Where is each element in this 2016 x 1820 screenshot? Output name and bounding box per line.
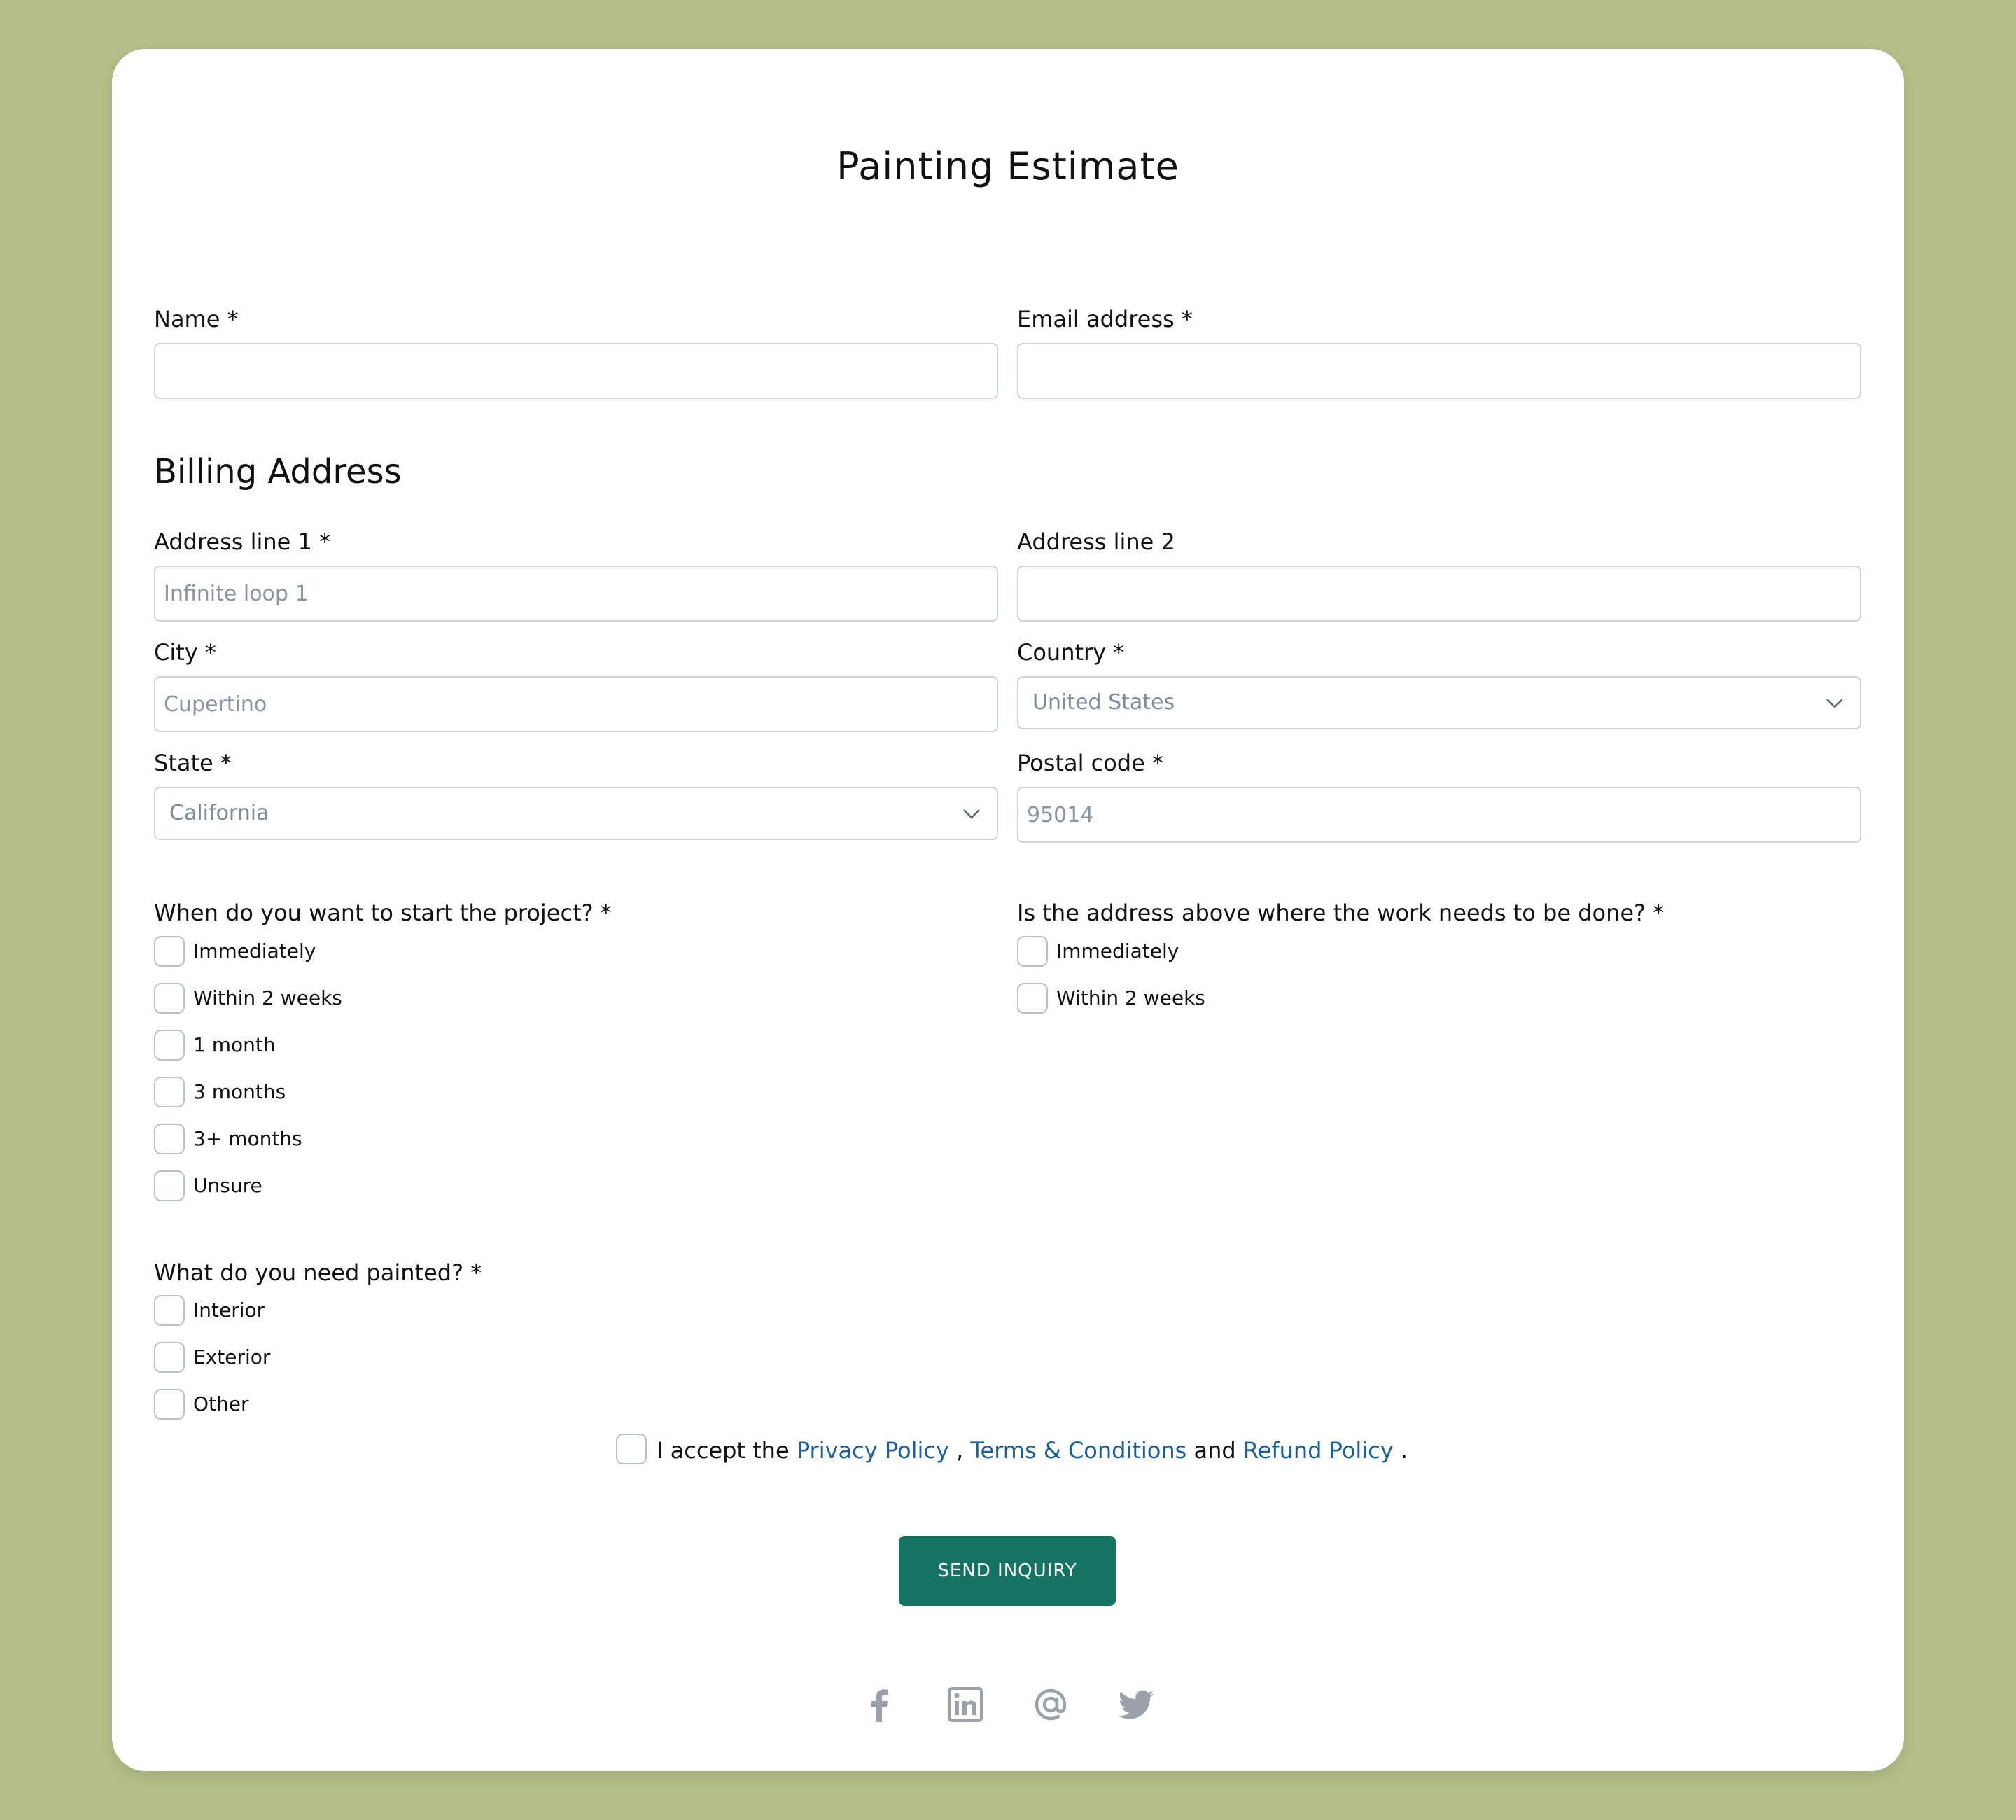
- address1-label: Address line 1 *: [154, 528, 331, 555]
- form-card: Painting Estimate Name * Email address *…: [112, 49, 1904, 1771]
- checkbox[interactable]: [154, 1295, 185, 1326]
- send-inquiry-button[interactable]: SEND INQUIRY: [899, 1536, 1116, 1606]
- address-question: Is the address above where the work need…: [1017, 899, 1665, 926]
- paint-option-label: Interior: [193, 1298, 265, 1322]
- paint-option-label: Other: [193, 1392, 249, 1415]
- linkedin-icon[interactable]: [941, 1680, 990, 1729]
- email-at-icon[interactable]: [1026, 1680, 1075, 1729]
- refund-policy-link[interactable]: Refund Policy: [1243, 1437, 1394, 1464]
- checkbox[interactable]: [154, 936, 185, 967]
- consent-text: I accept the Privacy Policy , Terms & Co…: [657, 1435, 1408, 1466]
- name-label: Name *: [154, 306, 239, 332]
- address-option-label: Within 2 weeks: [1056, 986, 1205, 1009]
- start-option-label: Immediately: [193, 939, 316, 962]
- terms-link[interactable]: Terms & Conditions: [970, 1437, 1186, 1464]
- city-input[interactable]: [154, 676, 998, 732]
- checkbox[interactable]: [1017, 936, 1048, 967]
- paint-option-label: Exterior: [193, 1345, 271, 1368]
- consent-and: and: [1194, 1437, 1236, 1464]
- address1-input[interactable]: [154, 566, 998, 622]
- email-label: Email address *: [1017, 306, 1193, 332]
- facebook-icon-svg: [872, 1689, 888, 1722]
- start-option-label: 1 month: [193, 1033, 276, 1056]
- country-label: Country *: [1017, 639, 1125, 666]
- consent-checkbox[interactable]: [616, 1434, 647, 1464]
- page-title: Painting Estimate: [836, 144, 1180, 188]
- paint-question: What do you need painted? *: [154, 1259, 482, 1286]
- city-label: City *: [154, 639, 216, 666]
- name-input[interactable]: [154, 343, 998, 399]
- consent-comma: ,: [956, 1437, 964, 1464]
- consent-prefix: I accept the: [657, 1437, 790, 1464]
- start-option-label: 3+ months: [193, 1127, 302, 1150]
- billing-title: Billing Address: [154, 452, 402, 491]
- checkbox[interactable]: [154, 1170, 185, 1201]
- chevron-down-icon: [963, 809, 980, 819]
- email-input[interactable]: [1017, 343, 1861, 399]
- start-question: When do you want to start the project? *: [154, 899, 612, 926]
- postal-input[interactable]: [1017, 787, 1861, 843]
- address-option-label: Immediately: [1056, 939, 1180, 962]
- twitter-icon[interactable]: [1112, 1680, 1161, 1729]
- checkbox[interactable]: [154, 1030, 185, 1060]
- consent-row: I accept the Privacy Policy , Terms & Co…: [616, 1431, 1408, 1470]
- twitter-icon-svg: [1118, 1690, 1154, 1719]
- state-value: California: [169, 801, 270, 825]
- chevron-down-icon: [1826, 699, 1843, 708]
- privacy-policy-link[interactable]: Privacy Policy: [797, 1437, 949, 1464]
- country-select[interactable]: United States: [1017, 676, 1861, 729]
- email-at-icon-svg: [1035, 1688, 1067, 1721]
- state-select[interactable]: California: [154, 787, 998, 840]
- address2-label: Address line 2: [1017, 528, 1175, 555]
- start-option-label: 3 months: [193, 1080, 286, 1103]
- country-value: United States: [1032, 690, 1175, 715]
- facebook-icon[interactable]: [855, 1680, 904, 1729]
- checkbox[interactable]: [154, 983, 185, 1014]
- start-option-label: Within 2 weeks: [193, 986, 342, 1009]
- checkbox[interactable]: [154, 1342, 185, 1373]
- consent-period: .: [1400, 1437, 1408, 1464]
- checkbox[interactable]: [154, 1124, 185, 1154]
- state-label: State *: [154, 750, 232, 776]
- address2-input[interactable]: [1017, 566, 1861, 622]
- checkbox[interactable]: [154, 1077, 185, 1107]
- checkbox[interactable]: [154, 1389, 185, 1420]
- postal-label: Postal code *: [1017, 750, 1163, 776]
- start-option-label: Unsure: [193, 1174, 262, 1197]
- checkbox[interactable]: [1017, 983, 1048, 1014]
- linkedin-icon-svg: [948, 1687, 983, 1722]
